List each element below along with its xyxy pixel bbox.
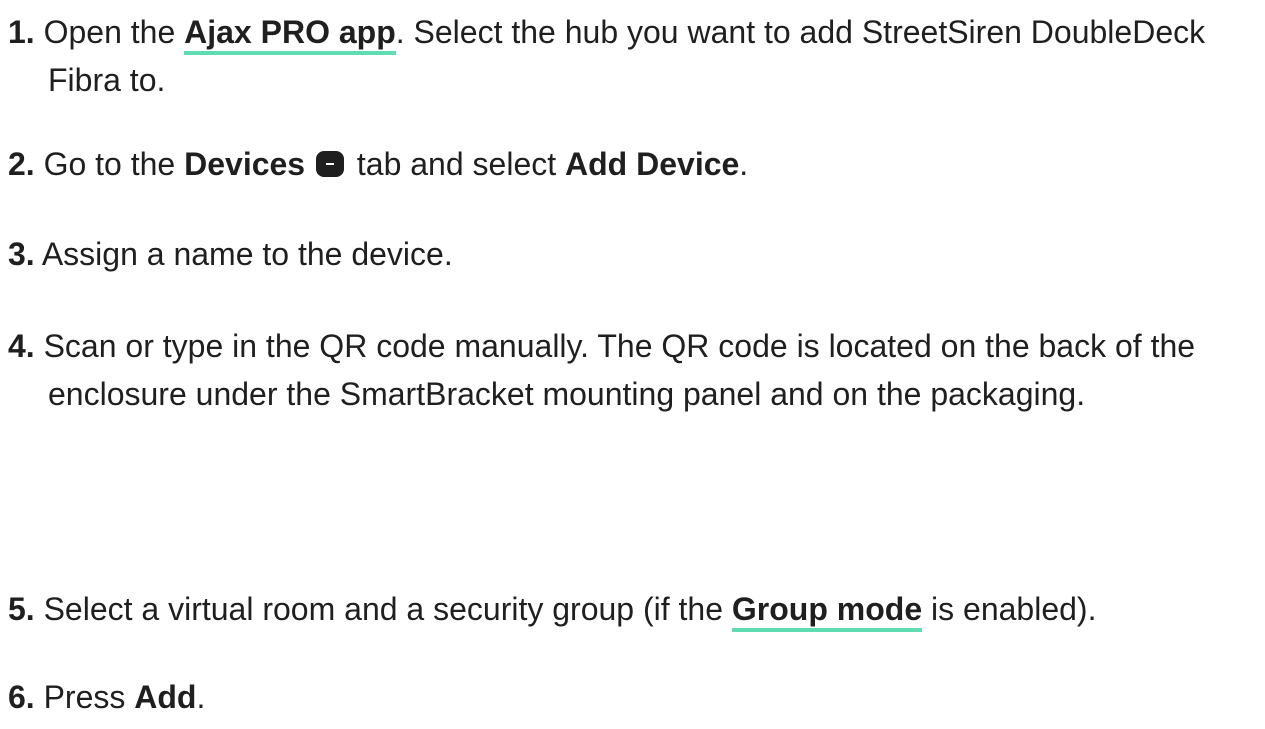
devices-tab-icon <box>315 151 344 177</box>
step-6-before: Press <box>43 679 135 715</box>
step-1-number: 1. <box>8 14 35 50</box>
step-3-text: 3. Assign a name to the device. <box>8 230 1248 278</box>
step-2-text: 2. Go to the Devices tab and select Add … <box>8 140 1248 188</box>
step-5-number: 5. <box>8 591 35 627</box>
step-3-content: Assign a name to the device. <box>41 236 453 272</box>
step-6: 6. Press Add. <box>8 673 1248 721</box>
step-2: 2. Go to the Devices tab and select Add … <box>8 140 1248 188</box>
step-5-after: is enabled). <box>922 591 1097 627</box>
ajax-pro-app-link[interactable]: Ajax PRO app <box>184 14 396 55</box>
step-1-text: 1. Open the Ajax PRO app. Select the hub… <box>8 8 1248 104</box>
step-2-before: Go to the <box>43 146 185 182</box>
instruction-steps: 1. Open the Ajax PRO app. Select the hub… <box>0 0 1265 729</box>
step-1: 1. Open the Ajax PRO app. Select the hub… <box>8 8 1248 104</box>
step-4: 4. Scan or type in the QR code manually.… <box>8 322 1248 418</box>
step-1-before: Open the <box>43 14 185 50</box>
step-2-middle: tab and select <box>347 146 566 182</box>
step-2-number: 2. <box>8 146 35 182</box>
step-5-before: Select a virtual room and a security gro… <box>43 591 732 627</box>
step-3: 3. Assign a name to the device. <box>8 230 1248 278</box>
step-6-after: . <box>196 679 206 715</box>
step-4-text: 4. Scan or type in the QR code manually.… <box>8 322 1248 418</box>
add-label: Add <box>134 679 197 715</box>
step-5-text: 5. Select a virtual room and a security … <box>8 585 1248 633</box>
group-mode-link[interactable]: Group mode <box>731 591 923 632</box>
step-6-text: 6. Press Add. <box>8 673 1248 721</box>
step-2-after: . <box>739 146 749 182</box>
step-4-number: 4. <box>8 328 35 364</box>
step-6-number: 6. <box>8 679 35 715</box>
step-4-content: Scan or type in the QR code manually. Th… <box>43 328 1196 412</box>
add-device-label: Add Device <box>565 146 740 182</box>
step-3-number: 3. <box>8 236 35 272</box>
devices-label: Devices <box>184 146 306 182</box>
step-5: 5. Select a virtual room and a security … <box>8 585 1248 633</box>
